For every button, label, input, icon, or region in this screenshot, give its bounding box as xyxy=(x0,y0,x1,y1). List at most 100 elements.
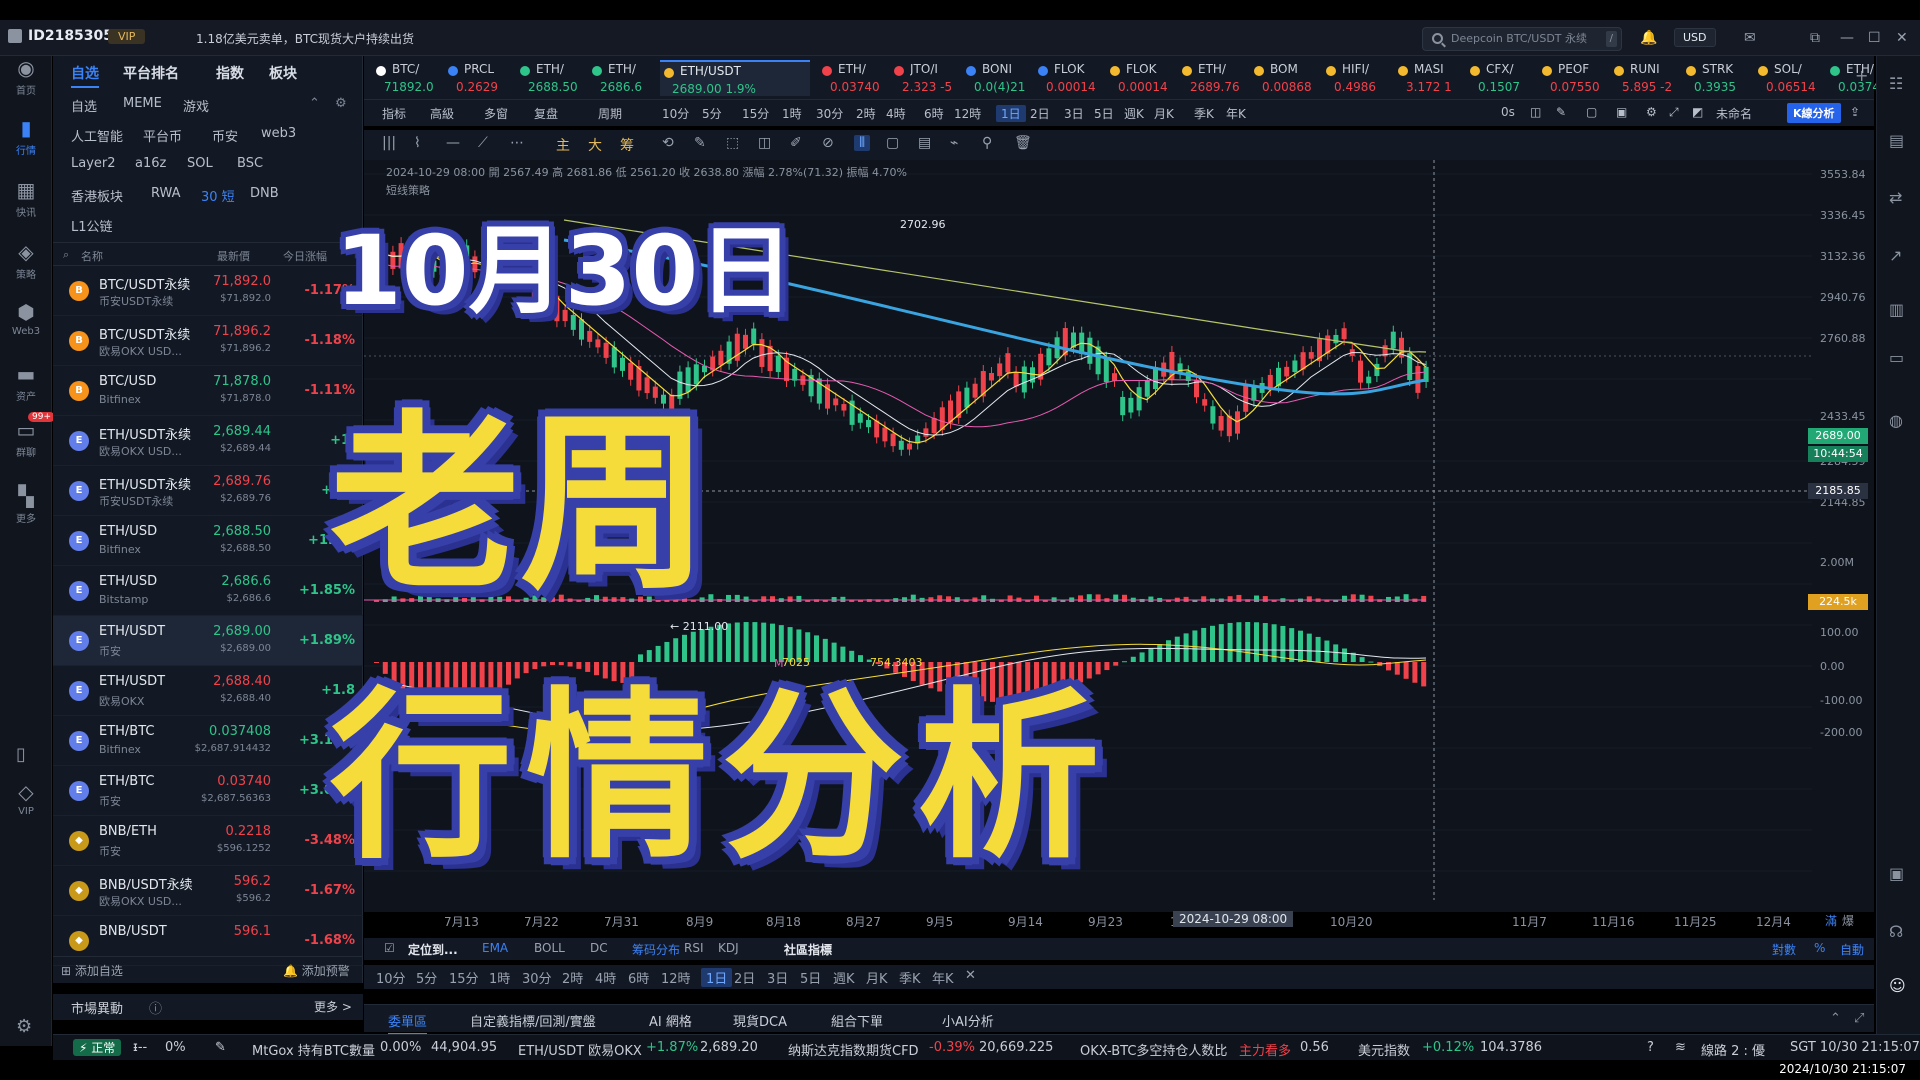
draw-tool-icon[interactable]: — xyxy=(446,135,460,151)
timeframe-item[interactable]: 6時 xyxy=(628,968,649,987)
category-item[interactable]: 平台币 xyxy=(143,126,182,145)
collapse-icon[interactable]: ⌃ xyxy=(1830,1011,1841,1026)
timeframe-item[interactable]: 12時 xyxy=(661,968,691,987)
table-row[interactable]: B BTC/USDT永续 币安USDT永续 71,892.0 $71,892.0 -1.1… xyxy=(53,266,363,316)
layout-icon[interactable]: ☷ xyxy=(1889,74,1903,93)
exchange-icon[interactable]: ⇄ xyxy=(1889,188,1902,207)
camera-icon[interactable]: ◫ xyxy=(1530,105,1541,119)
timeframe-item[interactable]: 1時 xyxy=(489,968,510,987)
category-item[interactable]: a16z xyxy=(135,156,166,171)
toolbar-item[interactable]: 15分 xyxy=(742,105,769,122)
col-name[interactable]: 名称 xyxy=(81,248,103,264)
add-watch-button[interactable]: ⊞ 添加自选 xyxy=(61,962,123,979)
timeframe-item[interactable]: 1日 xyxy=(701,968,733,987)
table-row[interactable]: ◆ BNB/ETH 币安 0.2218 $596.1252 -3.48% xyxy=(53,816,363,866)
chevron-up-icon[interactable]: ⌃ xyxy=(309,96,320,111)
ticker-item[interactable]: ETH/USDT 2689.00 1.9% xyxy=(660,60,810,96)
rail-item-3[interactable]: ◈ 策略 xyxy=(0,240,52,281)
axis-label-a[interactable]: 滿 xyxy=(1825,912,1837,929)
timeframe-item[interactable]: 2時 xyxy=(562,968,583,987)
bottom-tab-2[interactable]: AI 網格 xyxy=(649,1011,692,1030)
expand-icon[interactable]: ⤢ xyxy=(1854,1011,1864,1026)
ticker-item[interactable]: PEOF 0.07550 xyxy=(1538,60,1608,96)
draw-tool-icon[interactable]: ⟋ xyxy=(478,135,488,151)
rail-item-0[interactable]: ◉ 首页 xyxy=(0,56,52,97)
chart-mode-1[interactable]: 大 xyxy=(588,135,602,155)
camera-alt-icon[interactable]: ◩ xyxy=(1692,105,1703,119)
watch-tab-3[interactable]: 板块 xyxy=(269,63,297,83)
ticker-item[interactable]: FLOK 0.00014 xyxy=(1106,60,1176,96)
toolbar-item[interactable]: 10分 xyxy=(662,105,689,122)
timeframe-item[interactable]: 2日 xyxy=(734,968,755,987)
toolbar-item[interactable]: 周期 xyxy=(598,105,622,122)
toolbar-item[interactable]: 年K xyxy=(1226,105,1246,122)
indicator-item[interactable]: EMA xyxy=(482,941,508,955)
category-item[interactable]: BSC xyxy=(237,156,263,171)
bot-icon[interactable]: ☺ xyxy=(1889,976,1906,995)
table-row[interactable]: E ETH/USDT 币安 2,689.00 $2,689.00 +1.89% xyxy=(53,616,363,666)
toolbar-item[interactable]: 2時 xyxy=(856,105,876,122)
bottom-tab-4[interactable]: 組合下單 xyxy=(831,1011,883,1030)
category-item[interactable]: MEME xyxy=(123,96,162,111)
indicator-item[interactable]: KDJ xyxy=(718,941,739,955)
timeframe-item[interactable]: 5日 xyxy=(800,968,821,987)
timeframe-item[interactable]: 5分 xyxy=(416,968,437,987)
rail-item-6[interactable]: ▭ 群聊 99+ xyxy=(0,412,55,459)
popout-icon[interactable]: ⧉ xyxy=(1810,30,1820,46)
layers-icon[interactable]: ▣ xyxy=(1616,105,1627,119)
axis-label-b[interactable]: 爆 xyxy=(1842,912,1854,929)
category-item[interactable]: DNB xyxy=(250,186,279,201)
category-item[interactable]: 人工智能 xyxy=(71,126,123,145)
table-row[interactable]: E ETH/BTC Bitfinex 0.037408 $2,687.914432 +3.… xyxy=(53,716,363,766)
scale-option[interactable]: 對數 xyxy=(1772,941,1796,958)
indicator-item[interactable]: BOLL xyxy=(534,941,565,955)
draw-tool-icon[interactable]: ⦀ xyxy=(854,135,871,151)
unnamed-layout[interactable]: 未命名 xyxy=(1716,105,1752,122)
indicator-item[interactable]: DC xyxy=(590,941,608,955)
draw-tool-icon[interactable]: ◫ xyxy=(758,135,771,151)
rail-item-7[interactable]: ▚ 更多 xyxy=(0,484,52,525)
category-item[interactable]: Layer2 xyxy=(71,156,116,171)
gear-icon[interactable]: ⚙ xyxy=(1646,105,1657,119)
settings-icon[interactable]: ⚙ xyxy=(16,1016,32,1037)
close-icon[interactable]: ✕ xyxy=(1896,30,1908,46)
bottom-tab-1[interactable]: 自定義指標/回測/實盤 xyxy=(470,1011,596,1030)
toolbar-item[interactable]: 4時 xyxy=(886,105,906,122)
close-icon[interactable]: ✕ xyxy=(965,968,976,983)
ticker-item[interactable]: ETH/2689.76 xyxy=(1178,60,1248,96)
chart-mode-2[interactable]: 筹 xyxy=(620,135,634,155)
draw-tool-icon[interactable]: ⌁ xyxy=(950,135,958,151)
draw-tool-icon[interactable]: ▢ xyxy=(886,135,899,151)
category-item[interactable]: 30 短 xyxy=(201,186,235,205)
table-row[interactable]: E ETH/USDT永续 欧易OKX USD... 2,689.44 $2,689.44… xyxy=(53,416,363,466)
bell-icon[interactable]: 🔔 xyxy=(1640,30,1657,46)
timeframe-item[interactable]: 10分 xyxy=(376,968,406,987)
scale-option[interactable]: 自動 xyxy=(1840,941,1864,958)
toolbar-item[interactable]: 多窗 xyxy=(484,105,508,122)
toolbar-item[interactable]: 月K xyxy=(1154,105,1174,122)
timeframe-item[interactable]: 季K xyxy=(899,968,921,987)
ticker-item[interactable]: MASI 3.172 1 xyxy=(1394,60,1464,96)
toolbar-item[interactable]: 3日 xyxy=(1064,105,1084,122)
category-item[interactable]: 币安 xyxy=(212,126,238,145)
draw-tool-icon[interactable]: ▤ xyxy=(918,135,931,151)
phone-icon[interactable]: ▯ xyxy=(16,744,26,765)
col-price[interactable]: 最新價 xyxy=(217,248,250,264)
draw-tool-icon[interactable]: ⊘ xyxy=(822,135,834,151)
toolbar-item[interactable]: 5分 xyxy=(702,105,722,122)
category-item[interactable]: SOL xyxy=(187,156,213,171)
user-icon[interactable] xyxy=(8,29,22,43)
timeframe-item[interactable]: 15分 xyxy=(449,968,479,987)
ticker-item[interactable]: PRCL 0.2629 xyxy=(444,60,514,96)
ticker-item[interactable]: SOL/0.06514 xyxy=(1754,60,1824,96)
ticker-item[interactable]: ETH/0.03740 xyxy=(818,60,888,96)
pen-icon[interactable]: ✎ xyxy=(1556,105,1566,119)
zero-label[interactable]: 0s xyxy=(1501,105,1515,119)
toolbar-item[interactable]: 5日 xyxy=(1094,105,1114,122)
checkbox-icon[interactable]: ☑ xyxy=(384,941,395,955)
pencil-icon[interactable]: ✎ xyxy=(215,1040,226,1055)
timeframe-item[interactable]: 30分 xyxy=(522,968,552,987)
kline-analysis-button[interactable]: K線分析 xyxy=(1787,103,1841,123)
toolbar-item[interactable]: 1時 xyxy=(782,105,802,122)
toolbar-item[interactable]: 12時 xyxy=(954,105,981,122)
